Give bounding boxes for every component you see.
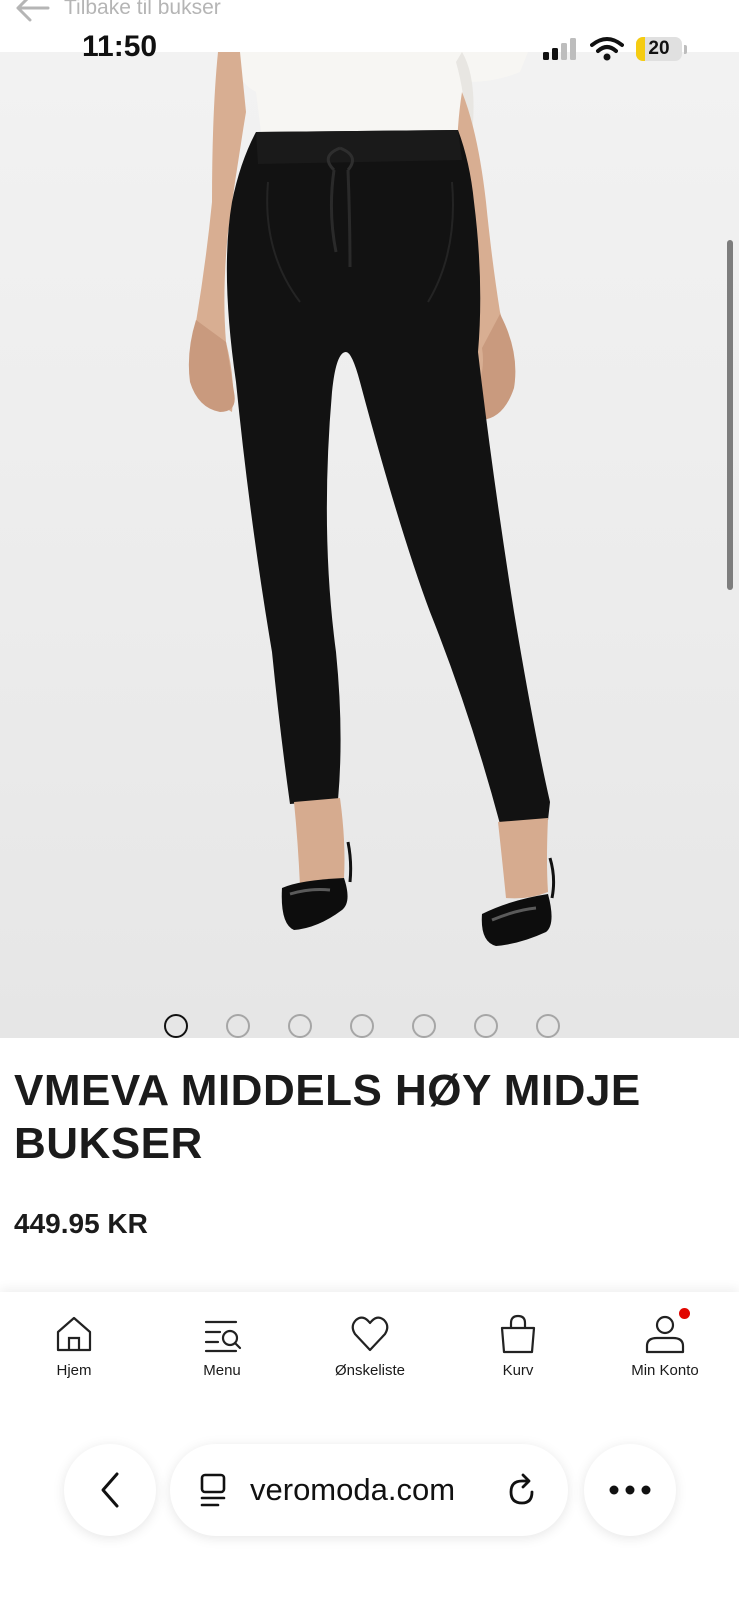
browser-toolbar: veromoda.com bbox=[0, 1444, 739, 1540]
product-info: VMEVA MIDDELS HØY MIDJE BUKSER 449.95 KR bbox=[0, 1038, 739, 1294]
page-menu-icon bbox=[200, 1473, 226, 1507]
back-link-label: Tilbake til bukser bbox=[64, 0, 221, 19]
nav-label-account: Min Konto bbox=[631, 1362, 699, 1379]
back-to-category-link[interactable]: Tilbake til bukser bbox=[12, 0, 221, 26]
nav-label-cart: Kurv bbox=[502, 1362, 534, 1379]
browser-back-button[interactable] bbox=[64, 1444, 156, 1536]
url-text: veromoda.com bbox=[250, 1472, 456, 1507]
cellular-signal-icon bbox=[543, 38, 576, 60]
reload-icon[interactable] bbox=[504, 1470, 540, 1508]
ellipsis-icon bbox=[609, 1485, 651, 1495]
product-title: VMEVA MIDDELS HØY MIDJE BUKSER bbox=[14, 1066, 641, 1168]
wifi-icon bbox=[590, 37, 624, 61]
status-time: 11:50 bbox=[82, 30, 158, 63]
nav-label-wishlist: Ønskeliste bbox=[334, 1362, 406, 1379]
image-scrollbar[interactable] bbox=[727, 240, 733, 590]
battery-percent: 20 bbox=[648, 38, 670, 59]
notification-dot bbox=[679, 1308, 690, 1319]
nav-item-cart[interactable]: Kurv bbox=[448, 1312, 588, 1379]
bag-icon bbox=[500, 1314, 536, 1354]
product-photo bbox=[188, 52, 556, 946]
gallery-dot[interactable] bbox=[350, 1014, 374, 1038]
address-bar[interactable]: veromoda.com bbox=[170, 1444, 568, 1536]
menu-search-icon bbox=[204, 1320, 242, 1353]
nav-label-menu: Menu bbox=[203, 1362, 241, 1379]
battery-indicator: 20 bbox=[636, 37, 682, 61]
gallery-dot[interactable] bbox=[288, 1014, 312, 1038]
heart-icon bbox=[351, 1316, 389, 1352]
gallery-dot[interactable] bbox=[412, 1014, 436, 1038]
account-icon bbox=[645, 1315, 685, 1354]
nav-item-home[interactable]: Hjem bbox=[4, 1312, 144, 1379]
gallery-dot[interactable] bbox=[536, 1014, 560, 1038]
chevron-left-icon bbox=[101, 1472, 119, 1508]
nav-label-home: Hjem bbox=[56, 1362, 92, 1379]
arrow-left-icon bbox=[16, 0, 50, 22]
gallery-dot[interactable] bbox=[226, 1014, 250, 1038]
gallery-pagination bbox=[164, 1014, 560, 1038]
product-price: 449.95 KR bbox=[14, 1208, 148, 1239]
gallery-dot[interactable] bbox=[474, 1014, 498, 1038]
product-image-gallery[interactable] bbox=[0, 52, 739, 1038]
status-bar: 11:50 20 bbox=[0, 28, 739, 68]
nav-item-menu[interactable]: Menu bbox=[152, 1312, 292, 1379]
home-icon bbox=[56, 1316, 92, 1352]
gallery-dot[interactable] bbox=[164, 1014, 188, 1038]
more-options-button[interactable] bbox=[584, 1444, 676, 1536]
nav-item-wishlist[interactable]: Ønskeliste bbox=[300, 1312, 440, 1379]
nav-item-account[interactable]: Min Konto bbox=[595, 1308, 735, 1379]
